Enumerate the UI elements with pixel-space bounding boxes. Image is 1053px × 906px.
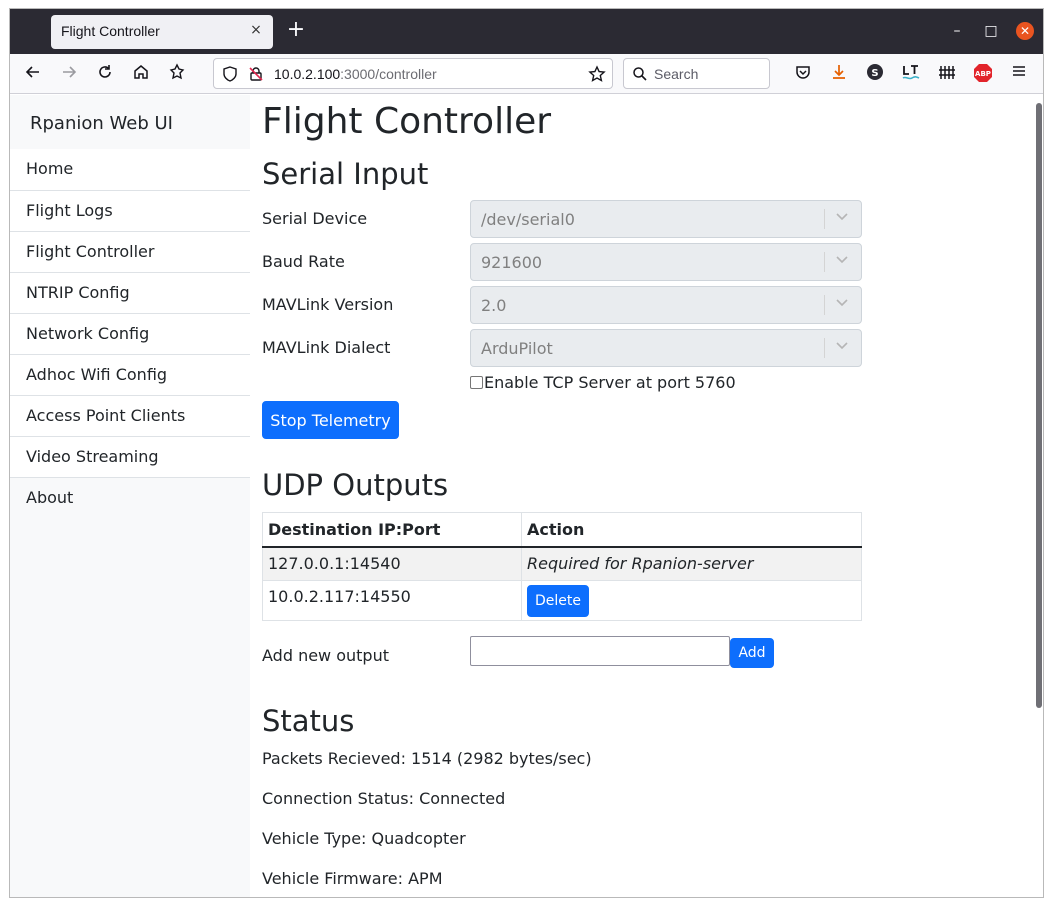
nav-toolbar: 10.0.2.100:3000/controller Search S ABP (10, 54, 1043, 94)
stop-telemetry-button[interactable]: Stop Telemetry (262, 401, 399, 439)
sidebar-item-adhoc-wifi-config[interactable]: Adhoc Wifi Config (10, 354, 250, 395)
add-output-label: Add new output (262, 646, 389, 665)
serial-device-label: Serial Device (262, 209, 368, 228)
table-header-row: Destination IP:Port Action (262, 512, 862, 548)
chevron-down-icon (835, 209, 849, 229)
sidebar-item-flight-logs[interactable]: Flight Logs (10, 190, 250, 231)
vehicle-firmware-status: Vehicle Firmware: APM (262, 869, 443, 888)
mavlink-version-select[interactable]: 2.0 (470, 286, 862, 324)
baud-rate-label: Baud Rate (262, 252, 345, 271)
new-tab-icon[interactable]: + (285, 19, 307, 41)
s-extension-icon[interactable]: S (864, 63, 886, 85)
table-row: 10.0.2.117:14550 Delete (262, 579, 862, 621)
delete-output-button[interactable]: Delete (527, 584, 589, 617)
udp-outputs-heading: UDP Outputs (262, 468, 449, 502)
select-separator (824, 252, 825, 272)
page-title: Flight Controller (262, 101, 552, 142)
select-separator (824, 295, 825, 315)
browser-tab[interactable]: Flight Controller × (51, 15, 273, 49)
serial-device-value: /dev/serial0 (481, 210, 575, 229)
search-bar[interactable]: Search (623, 58, 770, 89)
mavlink-dialect-label: MAVLink Dialect (262, 338, 391, 357)
serial-input-heading: Serial Input (262, 157, 429, 191)
add-output-button[interactable]: Add (730, 638, 774, 668)
select-separator (824, 338, 825, 358)
action-cell: Required for Rpanion-server (521, 546, 862, 581)
url-bar[interactable]: 10.0.2.100:3000/controller (213, 58, 613, 89)
forward-arrow-icon[interactable] (58, 63, 80, 85)
mavlink-version-label: MAVLink Version (262, 295, 394, 314)
svg-text:S: S (871, 68, 878, 79)
add-output-input[interactable] (470, 636, 730, 666)
sidebar-item-network-config[interactable]: Network Config (10, 313, 250, 354)
minimize-icon[interactable]: – (948, 22, 966, 40)
status-heading: Status (262, 704, 355, 738)
sidebar: Rpanion Web UI Home Flight Logs Flight C… (10, 95, 250, 897)
mavlink-dialect-value: ArduPilot (481, 339, 553, 358)
sidebar-item-home[interactable]: Home (10, 149, 250, 190)
sidebar-brand[interactable]: Rpanion Web UI (30, 113, 173, 134)
vehicle-type-status: Vehicle Type: Quadcopter (262, 829, 466, 848)
sidebar-item-video-streaming[interactable]: Video Streaming (10, 436, 250, 477)
url-host: 10.0.2.100 (274, 66, 341, 82)
action-cell: Delete (521, 579, 862, 621)
web-page: Rpanion Web UI Home Flight Logs Flight C… (10, 95, 1033, 897)
destination-cell: 10.0.2.117:14550 (262, 579, 522, 621)
chevron-down-icon (835, 338, 849, 358)
pocket-icon[interactable] (792, 63, 814, 85)
column-header-destination: Destination IP:Port (262, 512, 522, 548)
column-header-action: Action (521, 512, 862, 548)
bookmark-star-icon[interactable] (588, 65, 606, 87)
languagetool-icon[interactable] (900, 63, 922, 85)
chevron-down-icon (835, 295, 849, 315)
packets-received-status: Packets Recieved: 1514 (2982 bytes/sec) (262, 749, 592, 768)
sidebar-item-ntrip-config[interactable]: NTRIP Config (10, 272, 250, 313)
tab-bar: Flight Controller × + – □ ✕ (10, 9, 1043, 54)
tcp-server-option: Enable TCP Server at port 5760 (470, 373, 736, 392)
sidebar-item-flight-controller[interactable]: Flight Controller (10, 231, 250, 272)
home-icon[interactable] (130, 63, 152, 85)
url-text: 10.0.2.100:3000/controller (274, 66, 437, 82)
table-row: 127.0.0.1:14540 Required for Rpanion-ser… (262, 546, 862, 581)
reload-icon[interactable] (94, 63, 116, 85)
sidebar-nav: Home Flight Logs Flight Controller NTRIP… (10, 149, 250, 518)
fence-icon[interactable] (936, 63, 958, 85)
sidebar-item-about[interactable]: About (10, 477, 250, 518)
browser-window: Flight Controller × + – □ ✕ 10.0.2.100:3… (9, 8, 1044, 898)
maximize-icon[interactable]: □ (982, 22, 1000, 40)
close-tab-icon[interactable]: × (248, 22, 264, 38)
svg-text:ABP: ABP (975, 70, 991, 78)
sidebar-item-access-point-clients[interactable]: Access Point Clients (10, 395, 250, 436)
mavlink-version-value: 2.0 (481, 296, 507, 315)
connection-status: Connection Status: Connected (262, 789, 506, 808)
insecure-lock-icon[interactable] (248, 66, 264, 86)
page-scrollbar[interactable] (1033, 95, 1043, 897)
window-close-icon[interactable]: ✕ (1016, 22, 1034, 40)
destination-cell: 127.0.0.1:14540 (262, 546, 522, 581)
back-arrow-icon[interactable] (22, 63, 44, 85)
search-placeholder: Search (654, 66, 699, 82)
udp-outputs-table: Destination IP:Port Action 127.0.0.1:145… (262, 512, 862, 621)
mavlink-dialect-select[interactable]: ArduPilot (470, 329, 862, 367)
extension-icon[interactable] (166, 63, 188, 85)
adblock-plus-icon[interactable]: ABP (972, 63, 994, 85)
url-path: :3000/controller (340, 66, 437, 82)
search-icon (632, 66, 648, 86)
scrollbar-thumb[interactable] (1036, 103, 1042, 708)
shield-icon[interactable] (222, 66, 238, 86)
select-separator (824, 209, 825, 229)
tab-title: Flight Controller (61, 23, 160, 39)
baud-rate-select[interactable]: 921600 (470, 243, 862, 281)
chevron-down-icon (835, 252, 849, 272)
hamburger-menu-icon[interactable] (1008, 63, 1030, 85)
download-icon[interactable] (828, 63, 850, 85)
tcp-server-label: Enable TCP Server at port 5760 (484, 373, 736, 392)
tcp-server-checkbox[interactable] (470, 376, 483, 389)
serial-device-select[interactable]: /dev/serial0 (470, 200, 862, 238)
baud-rate-value: 921600 (481, 253, 543, 272)
